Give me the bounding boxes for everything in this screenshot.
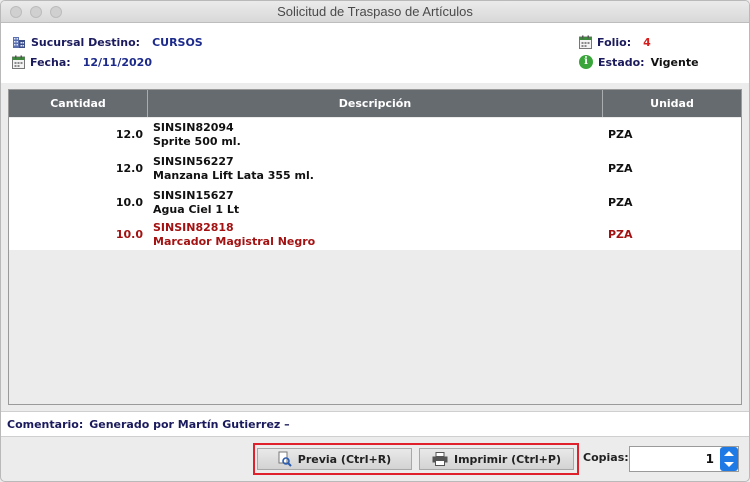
cell-unidad: PZA — [608, 128, 633, 141]
comment-value: Generado por Martín Gutierrez – — [89, 417, 290, 431]
column-header-unidad[interactable]: Unidad — [603, 90, 741, 117]
column-header-descripcion[interactable]: Descripción — [148, 90, 603, 117]
calendar-icon — [579, 35, 592, 49]
cell-descripcion: SINSIN82818 Marcador Magistral Negro — [153, 221, 315, 249]
window: Solicitud de Traspaso de Artículos Sucur… — [0, 0, 750, 482]
cell-cantidad: 10.0 — [115, 228, 143, 241]
stepper-arrows[interactable] — [720, 447, 738, 471]
sucursal-row: Sucursal Destino: CURSOS — [12, 34, 203, 50]
estado-value: Vigente — [650, 55, 699, 69]
fecha-value: 12/11/2020 — [82, 55, 152, 69]
sucursal-value: CURSOS — [152, 35, 203, 49]
items-table: Cantidad Descripción Unidad 12.0 SINSIN8… — [8, 89, 742, 405]
table-row[interactable]: 12.0 SINSIN82094 Sprite 500 ml. PZA — [9, 118, 741, 152]
table-body: 12.0 SINSIN82094 Sprite 500 ml. PZA 12.0… — [9, 118, 741, 250]
item-code: SINSIN15627 — [153, 189, 234, 202]
cell-unidad: PZA — [608, 228, 633, 241]
copies-label: Copias: — [583, 451, 629, 464]
folio-label: Folio: — [597, 35, 632, 49]
building-icon — [13, 37, 25, 48]
estado-row: i Estado: Vigente — [579, 54, 699, 70]
print-button-label: Imprimir (Ctrl+P) — [454, 452, 561, 466]
item-description: Marcador Magistral Negro — [153, 235, 316, 248]
cell-cantidad: 12.0 — [115, 128, 143, 141]
chevron-up-icon[interactable] — [724, 451, 734, 456]
item-code: SINSIN82094 — [153, 121, 234, 134]
cell-descripcion: SINSIN15627 Agua Ciel 1 Lt — [153, 189, 239, 217]
item-code: SINSIN56227 — [153, 155, 234, 168]
cell-unidad: PZA — [608, 196, 633, 209]
column-header-cantidad[interactable]: Cantidad — [9, 90, 148, 117]
cell-cantidad: 12.0 — [115, 162, 143, 175]
table-row[interactable]: 12.0 SINSIN56227 Manzana Lift Lata 355 m… — [9, 152, 741, 186]
preview-button[interactable]: Previa (Ctrl+R) — [257, 448, 412, 470]
table-header: Cantidad Descripción Unidad — [9, 90, 741, 117]
info-icon: i — [579, 55, 593, 69]
item-description: Manzana Lift Lata 355 ml. — [153, 169, 314, 182]
folio-row: Folio: 4 — [579, 34, 651, 50]
preview-button-label: Previa (Ctrl+R) — [297, 452, 392, 466]
table-row[interactable]: 10.0 SINSIN15627 Agua Ciel 1 Lt PZA — [9, 186, 741, 220]
item-code: SINSIN82818 — [153, 221, 234, 234]
print-button[interactable]: Imprimir (Ctrl+P) — [419, 448, 574, 470]
copies-stepper[interactable]: 1 — [629, 446, 739, 472]
item-description: Agua Ciel 1 Lt — [153, 203, 240, 216]
comment-label: Comentario: — [7, 417, 84, 431]
table-row[interactable]: 10.0 SINSIN82818 Marcador Magistral Negr… — [9, 218, 741, 252]
header-panel: Sucursal Destino: CURSOS Fecha: 12/11/20… — [1, 23, 749, 83]
titlebar: Solicitud de Traspaso de Artículos — [1, 1, 749, 23]
comment-bar: Comentario: Generado por Martín Gutierre… — [1, 411, 749, 437]
printer-icon — [432, 452, 448, 466]
folio-value: 4 — [643, 35, 651, 49]
estado-label: Estado: — [598, 55, 645, 69]
cell-unidad: PZA — [608, 162, 633, 175]
sucursal-label: Sucursal Destino: — [31, 35, 141, 49]
calendar-icon — [12, 55, 25, 69]
item-description: Sprite 500 ml. — [153, 135, 241, 148]
cell-descripcion: SINSIN56227 Manzana Lift Lata 355 ml. — [153, 155, 314, 183]
chevron-down-icon[interactable] — [724, 462, 734, 467]
cell-cantidad: 10.0 — [115, 196, 143, 209]
fecha-label: Fecha: — [30, 55, 71, 69]
magnifier-document-icon — [278, 451, 292, 467]
window-title: Solicitud de Traspaso de Artículos — [277, 4, 473, 19]
cell-descripcion: SINSIN82094 Sprite 500 ml. — [153, 121, 241, 149]
copies-value[interactable]: 1 — [706, 452, 714, 466]
fecha-row: Fecha: 12/11/2020 — [12, 54, 152, 70]
